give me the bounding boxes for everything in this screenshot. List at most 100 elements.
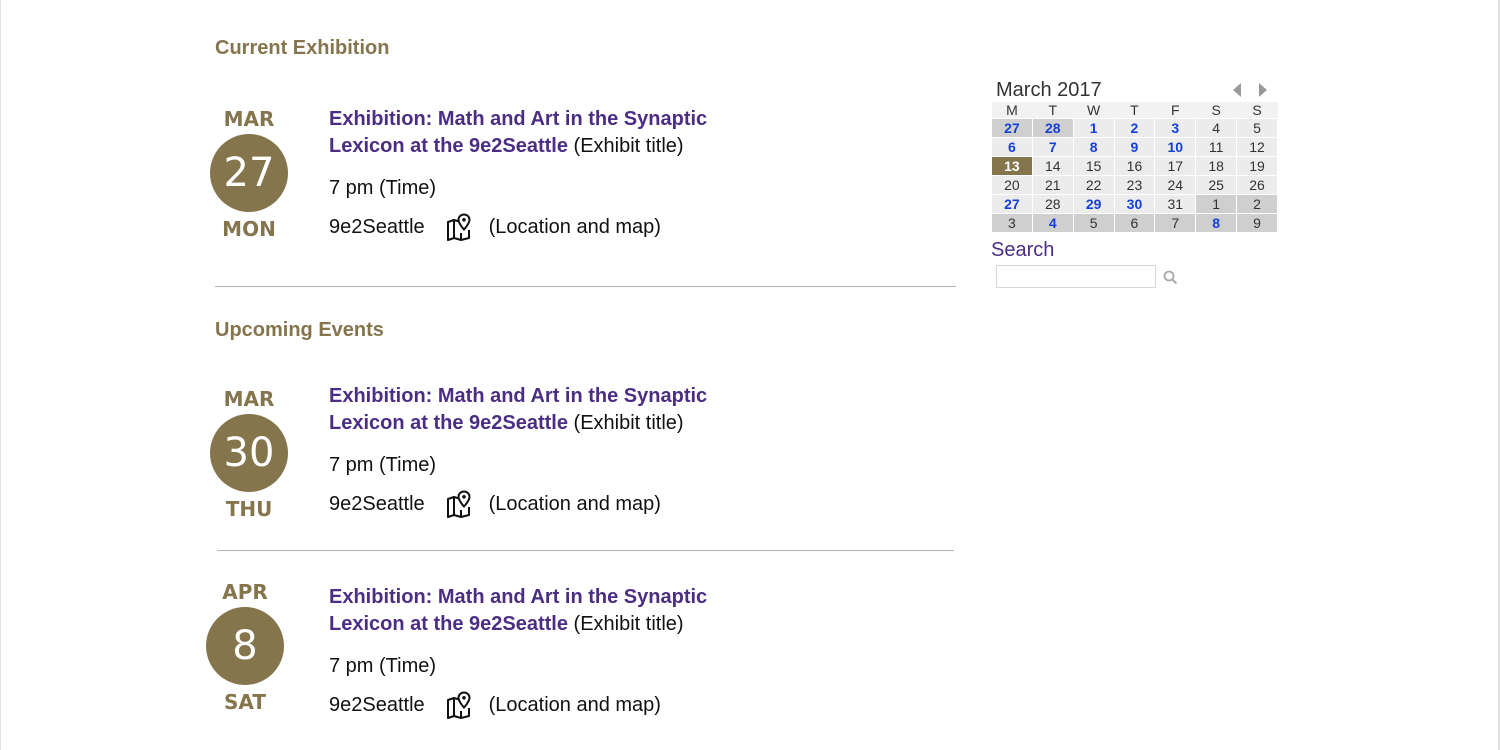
calendar-day: 11	[1195, 137, 1238, 157]
event-title-line1[interactable]: Exhibition: Math and Art in the Synaptic	[329, 586, 707, 608]
calendar-next-icon[interactable]	[1257, 82, 1269, 98]
event-month: APR	[222, 580, 268, 604]
calendar-day[interactable]: 30	[1113, 194, 1156, 214]
calendar-weekday: T	[1032, 102, 1074, 119]
calendar-weekday: W	[1073, 102, 1115, 119]
location-map-link[interactable]: (Location and map)	[489, 493, 661, 516]
calendar-day: 1	[1195, 194, 1238, 214]
calendar-day[interactable]: 10	[1154, 137, 1197, 157]
calendar-weekday: M	[991, 102, 1033, 119]
calendar-day[interactable]: 8	[1072, 137, 1115, 157]
divider	[215, 286, 956, 287]
event-details: Exhibition: Math and Art in the Synaptic…	[329, 584, 849, 719]
event-title-line1[interactable]: Exhibition: Math and Art in the Synaptic	[329, 108, 707, 130]
event-day: 30	[210, 414, 288, 492]
calendar-day[interactable]: 8	[1195, 213, 1238, 233]
calendar-day: 5	[1236, 118, 1278, 138]
event-details: Exhibition: Math and Art in the Synaptic…	[329, 106, 849, 241]
calendar-week: 27 28 29 30 31 1 2	[991, 194, 1278, 214]
event-title-line2[interactable]: Lexicon at the 9e2Seattle	[329, 135, 568, 157]
calendar-day: 4	[1195, 118, 1238, 138]
calendar-day[interactable]: 7	[1031, 137, 1074, 157]
event-item: APR 8 SAT Exhibition: Math and Art in th…	[204, 580, 964, 720]
event-location-name: 9e2Seattle	[329, 492, 425, 515]
search-label: Search	[991, 239, 1055, 261]
calendar-day: 18	[1195, 156, 1238, 176]
map-pin-icon[interactable]	[445, 213, 473, 241]
calendar-weekday: T	[1114, 102, 1155, 119]
event-title-block: Exhibition: Math and Art in the Synaptic…	[329, 106, 849, 160]
calendar-day[interactable]: 2	[1113, 118, 1156, 138]
calendar-prev-icon[interactable]	[1231, 82, 1243, 98]
divider	[217, 550, 954, 551]
calendar-day: 26	[1236, 175, 1278, 195]
calendar-day[interactable]: 28	[1031, 118, 1074, 138]
search-input[interactable]	[996, 265, 1156, 288]
calendar-day: 19	[1236, 156, 1278, 176]
calendar-grid: MTWTFSS 27 28 1 2 3 4 5 6 7 8 9 10 11 12 13 14 15 16 17 18 1…	[991, 102, 1278, 233]
calendar-day-today: 13	[991, 156, 1033, 176]
calendar-week: 6 7 8 9 10 11 12	[991, 137, 1278, 157]
calendar-day: 7	[1154, 213, 1197, 233]
event-day: 8	[206, 607, 284, 685]
event-title-note: (Exhibit title)	[567, 412, 684, 434]
event-item: MAR 27 MON Exhibition: Math and Art in t…	[208, 107, 968, 247]
calendar-day[interactable]: 27	[991, 118, 1033, 138]
event-title-note: (Exhibit title)	[567, 613, 684, 635]
calendar-weekday: F	[1154, 102, 1196, 119]
event-location-name: 9e2Seattle	[329, 215, 425, 238]
event-day: 27	[210, 134, 288, 212]
calendar-header: March 2017	[991, 78, 1278, 101]
event-weekday: SAT	[224, 690, 266, 714]
calendar-day: 25	[1195, 175, 1238, 195]
map-pin-icon[interactable]	[445, 490, 473, 518]
calendar-week: 13 14 15 16 17 18 19	[991, 156, 1278, 176]
event-location: 9e2Seattle (Location and map)	[329, 691, 849, 719]
event-title-block: Exhibition: Math and Art in the Synaptic…	[329, 584, 849, 638]
search-icon[interactable]	[1163, 270, 1178, 285]
event-details: Exhibition: Math and Art in the Synaptic…	[329, 383, 849, 518]
calendar-day: 12	[1236, 137, 1278, 157]
calendar-day: 21	[1031, 175, 1074, 195]
calendar-week: 20 21 22 23 24 25 26	[991, 175, 1278, 195]
calendar-weekday-row: MTWTFSS	[991, 102, 1278, 119]
calendar-day: 2	[1236, 194, 1278, 214]
calendar-day: 24	[1154, 175, 1197, 195]
event-location: 9e2Seattle (Location and map)	[329, 490, 849, 518]
location-map-link[interactable]: (Location and map)	[489, 694, 661, 717]
calendar-week: 3456789	[991, 213, 1278, 233]
event-location: 9e2Seattle (Location and map)	[329, 213, 849, 241]
event-title-line2[interactable]: Lexicon at the 9e2Seattle	[329, 412, 568, 434]
calendar-day[interactable]: 9	[1113, 137, 1156, 157]
calendar-day: 6	[1113, 213, 1156, 233]
calendar-weekday: S	[1236, 102, 1278, 119]
event-title-block: Exhibition: Math and Art in the Synaptic…	[329, 383, 849, 437]
calendar-day: 28	[1031, 194, 1074, 214]
calendar-day[interactable]: 27	[991, 194, 1033, 214]
calendar-day[interactable]: 3	[1154, 118, 1197, 138]
calendar-day: 31	[1154, 194, 1197, 214]
calendar-day: 5	[1072, 213, 1115, 233]
event-month: MAR	[223, 387, 275, 411]
calendar-day[interactable]: 6	[991, 137, 1033, 157]
event-title-line2[interactable]: Lexicon at the 9e2Seattle	[329, 613, 568, 635]
page-frame-left	[0, 0, 1, 750]
event-title-line1[interactable]: Exhibition: Math and Art in the Synaptic	[329, 385, 707, 407]
event-time: 7 pm (Time)	[329, 177, 437, 199]
event-month: MAR	[223, 107, 275, 131]
calendar-day[interactable]: 1	[1072, 118, 1115, 138]
calendar-day: 22	[1072, 175, 1115, 195]
calendar-weekday: S	[1195, 102, 1237, 119]
calendar-day[interactable]: 29	[1072, 194, 1115, 214]
map-pin-icon[interactable]	[445, 691, 473, 719]
event-time: 7 pm (Time)	[329, 655, 437, 677]
calendar-day: 23	[1113, 175, 1156, 195]
event-title-note: (Exhibit title)	[567, 135, 684, 157]
location-map-link[interactable]: (Location and map)	[489, 216, 661, 239]
calendar-day[interactable]: 4	[1031, 213, 1074, 233]
calendar-day: 14	[1031, 156, 1074, 176]
calendar-day: 3	[991, 213, 1033, 233]
current-exhibition-heading: Current Exhibition	[215, 37, 390, 59]
calendar-day: 20	[991, 175, 1033, 195]
upcoming-events-heading: Upcoming Events	[215, 319, 384, 341]
